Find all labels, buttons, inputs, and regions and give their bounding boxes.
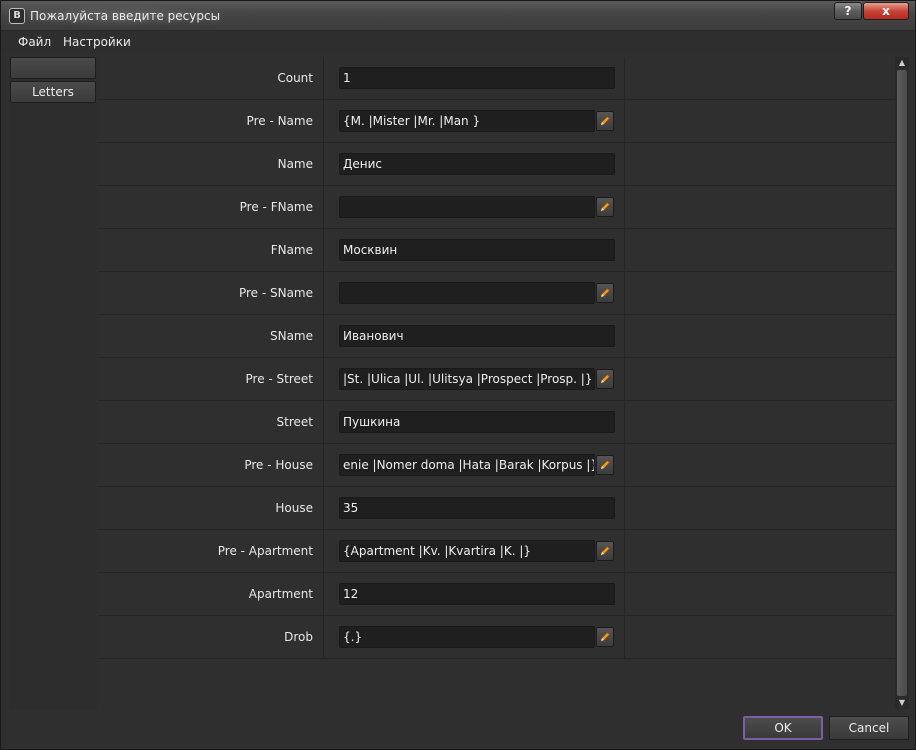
form-row: Pre - Apartment {Apartment |Kv. |Kvartira… [98, 530, 895, 573]
field-label: Pre - SName [98, 272, 324, 314]
pencil-icon [600, 116, 610, 126]
column-separator [624, 186, 625, 228]
category-item-letters[interactable]: Letters [10, 81, 96, 103]
column-separator [624, 143, 625, 185]
field-label: Count [98, 57, 324, 99]
column-separator [624, 530, 625, 572]
scroll-down-icon[interactable]: ▼ [895, 697, 909, 709]
form-row: Name Денис [98, 143, 895, 186]
category-list: Letters [9, 57, 97, 709]
window-title: Пожалуйста введите ресурсы [30, 9, 221, 23]
form-row: Count 1 [98, 57, 895, 100]
title-bar[interactable]: B Пожалуйста введите ресурсы ? x [1, 1, 915, 31]
edit-pencil-button[interactable] [596, 627, 614, 647]
field-input[interactable]: {M. |Mister |Mr. |Man } [339, 110, 595, 132]
field-label: FName [98, 229, 324, 271]
field-input[interactable]: {.} [339, 626, 595, 648]
field-label: House [98, 487, 324, 529]
column-separator [624, 229, 625, 271]
form-row: SName Иванович [98, 315, 895, 358]
field-input[interactable]: {Apartment |Kv. |Kvartira |K. |} [339, 540, 595, 562]
pencil-icon [600, 632, 610, 642]
field-input[interactable]: 12 [339, 583, 615, 605]
scroll-up-icon[interactable]: ▲ [895, 57, 909, 69]
column-separator [624, 616, 625, 658]
pencil-icon [600, 546, 610, 556]
field-label: Pre - House [98, 444, 324, 486]
field-label: Drob [98, 616, 324, 658]
field-label: Pre - Street [98, 358, 324, 400]
scrollbar-thumb[interactable] [897, 70, 907, 696]
field-input[interactable] [339, 282, 595, 304]
column-separator [624, 358, 625, 400]
column-separator [624, 57, 625, 99]
field-label: Name [98, 143, 324, 185]
field-input[interactable]: Денис [339, 153, 615, 175]
column-separator [624, 444, 625, 486]
menu-bar: Файл Настройки [1, 31, 915, 53]
cancel-button[interactable]: Cancel [829, 716, 909, 740]
column-separator [624, 401, 625, 443]
field-input[interactable]: 1 [339, 67, 615, 89]
field-label: Pre - Apartment [98, 530, 324, 572]
menu-settings[interactable]: Настройки [63, 34, 131, 50]
dialog-window: B Пожалуйста введите ресурсы ? x Файл На… [0, 0, 916, 750]
field-input[interactable]: Москвин [339, 239, 615, 261]
form-row: Drob {.} [98, 616, 895, 659]
form-row: Pre - Name {M. |Mister |Mr. |Man } [98, 100, 895, 143]
field-input[interactable]: |St. |Ulica |Ul. |Ulitsya |Prospect |Pro… [339, 368, 595, 390]
form-row: FName Москвин [98, 229, 895, 272]
close-button[interactable]: x [863, 2, 909, 20]
category-item-empty[interactable] [10, 57, 96, 79]
edit-pencil-button[interactable] [596, 369, 614, 389]
form-row: Pre - FName [98, 186, 895, 229]
field-label: Street [98, 401, 324, 443]
menu-file[interactable]: Файл [18, 34, 51, 50]
field-input[interactable] [339, 196, 595, 218]
pencil-icon [600, 202, 610, 212]
vertical-scrollbar[interactable]: ▲ ▼ [895, 57, 909, 709]
edit-pencil-button[interactable] [596, 197, 614, 217]
help-button[interactable]: ? [834, 2, 862, 20]
form-row: Pre - Street |St. |Ulica |Ul. |Ulitsya |P… [98, 358, 895, 401]
field-label: Apartment [98, 573, 324, 615]
edit-pencil-button[interactable] [596, 283, 614, 303]
pencil-icon [600, 374, 610, 384]
field-input[interactable]: 35 [339, 497, 615, 519]
column-separator [624, 487, 625, 529]
field-input[interactable]: Пушкина [339, 411, 615, 433]
pencil-icon [600, 460, 610, 470]
column-separator [624, 315, 625, 357]
field-label: Pre - FName [98, 186, 324, 228]
edit-pencil-button[interactable] [596, 111, 614, 131]
form-row: House 35 [98, 487, 895, 530]
edit-pencil-button[interactable] [596, 455, 614, 475]
app-icon: B [9, 8, 25, 24]
field-input[interactable]: enie |Nomer doma |Hata |Barak |Korpus |} [339, 454, 595, 476]
field-input[interactable]: Иванович [339, 325, 615, 347]
pencil-icon [600, 288, 610, 298]
column-separator [624, 272, 625, 314]
column-separator [624, 573, 625, 615]
form-row: Apartment 12 [98, 573, 895, 616]
edit-pencil-button[interactable] [596, 541, 614, 561]
form-row: Pre - SName [98, 272, 895, 315]
field-label: SName [98, 315, 324, 357]
column-separator [624, 100, 625, 142]
ok-button[interactable]: OK [743, 716, 823, 740]
field-label: Pre - Name [98, 100, 324, 142]
resource-form: Count 1 Pre - Name {M. |Mister |Mr. |Man } N… [98, 57, 895, 709]
form-row: Street Пушкина [98, 401, 895, 444]
form-row: Pre - House enie |Nomer doma |Hata |Barak… [98, 444, 895, 487]
